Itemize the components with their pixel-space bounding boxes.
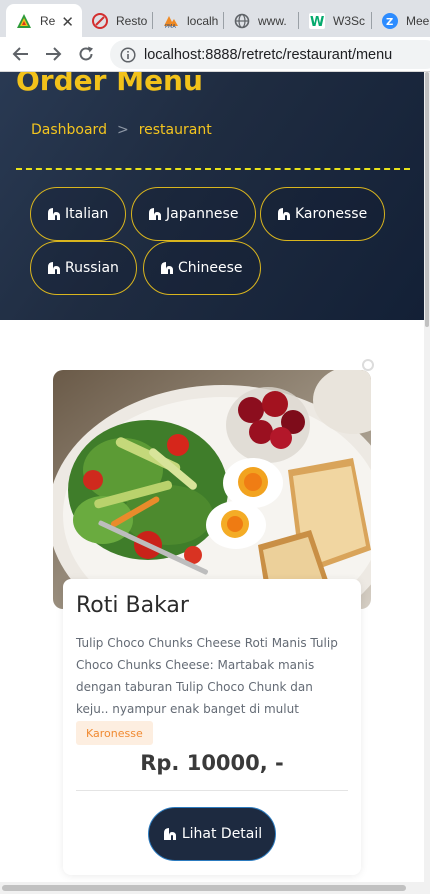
forward-arrow-icon[interactable] <box>42 43 64 65</box>
detail-logo-icon <box>163 828 176 840</box>
globe-icon <box>234 13 250 29</box>
category-pill-italian[interactable]: Italian <box>30 187 127 241</box>
hero-banner: Order Menu Dashboard > restaurant Italia… <box>0 72 424 320</box>
category-logo-icon <box>149 208 161 220</box>
w3schools-icon: W <box>309 12 325 29</box>
menu-item-title: Roti Bakar <box>76 593 189 618</box>
category-label: Karonesse <box>295 206 368 222</box>
url-text: localhost:8888/retretc/restaurant/menu <box>144 46 393 63</box>
category-pill-russian[interactable]: Russian <box>30 241 137 295</box>
browser-tab-resto[interactable]: Resto <box>82 4 152 37</box>
svg-text:Z: Z <box>386 17 393 28</box>
card-divider <box>76 790 348 791</box>
tab-title: W3Sc <box>333 13 366 28</box>
vertical-scrollbar[interactable] <box>424 72 430 882</box>
category-pill-japannese[interactable]: Japannese <box>131 187 257 241</box>
horizontal-scrollbar[interactable] <box>0 882 430 894</box>
loading-indicator <box>362 359 374 371</box>
svg-text:W: W <box>310 15 324 29</box>
category-logo-icon <box>48 262 60 274</box>
menu-item-image <box>53 370 371 609</box>
category-label: Japannese <box>166 206 239 222</box>
breadcrumb-separator: > <box>116 122 129 138</box>
close-tab-icon[interactable]: ✕ <box>61 13 74 31</box>
category-label: Russian <box>65 260 119 276</box>
browser-tab-phpmyadmin[interactable]: PMA localh <box>153 4 223 37</box>
tab-title: www. <box>258 13 287 28</box>
page-title: Order Menu <box>16 72 203 97</box>
phpmyadmin-icon: PMA <box>163 13 179 29</box>
address-bar[interactable]: localhost:8888/retretc/restaurant/menu <box>110 40 430 69</box>
menu-item-price: Rp. 10000, - <box>140 751 284 775</box>
breadcrumb: Dashboard > restaurant <box>31 122 212 138</box>
browser-tab-w3schools[interactable]: W W3Sc <box>299 4 371 37</box>
tab-title: Mee <box>406 13 430 28</box>
horizontal-scrollbar-thumb[interactable] <box>2 885 406 891</box>
breadcrumb-current: restaurant <box>138 122 212 138</box>
svg-text:PMA: PMA <box>165 24 176 29</box>
category-logo-icon <box>278 208 290 220</box>
category-pill-karonesse[interactable]: Karonesse <box>260 187 386 241</box>
category-badge: Karonesse <box>76 721 153 745</box>
browser-tab-restaurant[interactable]: Re ✕ <box>6 4 82 37</box>
category-label: Chineese <box>178 260 243 276</box>
opera-icon <box>92 12 108 29</box>
category-pill-chineese[interactable]: Chineese <box>143 241 261 295</box>
breadcrumb-dashboard[interactable]: Dashboard <box>31 122 107 138</box>
tab-title: Re <box>40 13 56 28</box>
view-detail-label: Lihat Detail <box>181 826 263 842</box>
category-logo-icon <box>161 262 173 274</box>
menu-item-description: Tulip Choco Chunks Cheese Roti Manis Tul… <box>76 636 338 716</box>
page-viewport: Order Menu Dashboard > restaurant Italia… <box>0 72 424 882</box>
restaurant-logo-icon <box>16 13 32 29</box>
reload-icon[interactable] <box>75 43 97 65</box>
menu-item-card: Roti Bakar Tulip Choco Chunks Cheese Rot… <box>63 579 361 875</box>
browser-tab-www[interactable]: www. <box>224 4 298 37</box>
back-arrow-icon[interactable] <box>10 43 32 65</box>
dashed-divider <box>16 168 410 170</box>
vertical-scrollbar-thumb[interactable] <box>425 72 429 327</box>
site-info-icon[interactable] <box>120 46 136 63</box>
tab-title: Resto <box>116 13 148 28</box>
browser-toolbar: localhost:8888/retretc/restaurant/menu <box>0 37 430 72</box>
zoom-icon: Z <box>382 12 398 29</box>
category-logo-icon <box>48 208 60 220</box>
tab-title: localh <box>187 13 219 28</box>
view-detail-button[interactable]: Lihat Detail <box>148 807 276 861</box>
browser-tab-strip: Re ✕ Resto PMA localh www. W W3Sc Z Mee <box>0 0 430 37</box>
browser-tab-zoom[interactable]: Z Mee <box>372 4 430 37</box>
category-label: Italian <box>65 206 109 222</box>
